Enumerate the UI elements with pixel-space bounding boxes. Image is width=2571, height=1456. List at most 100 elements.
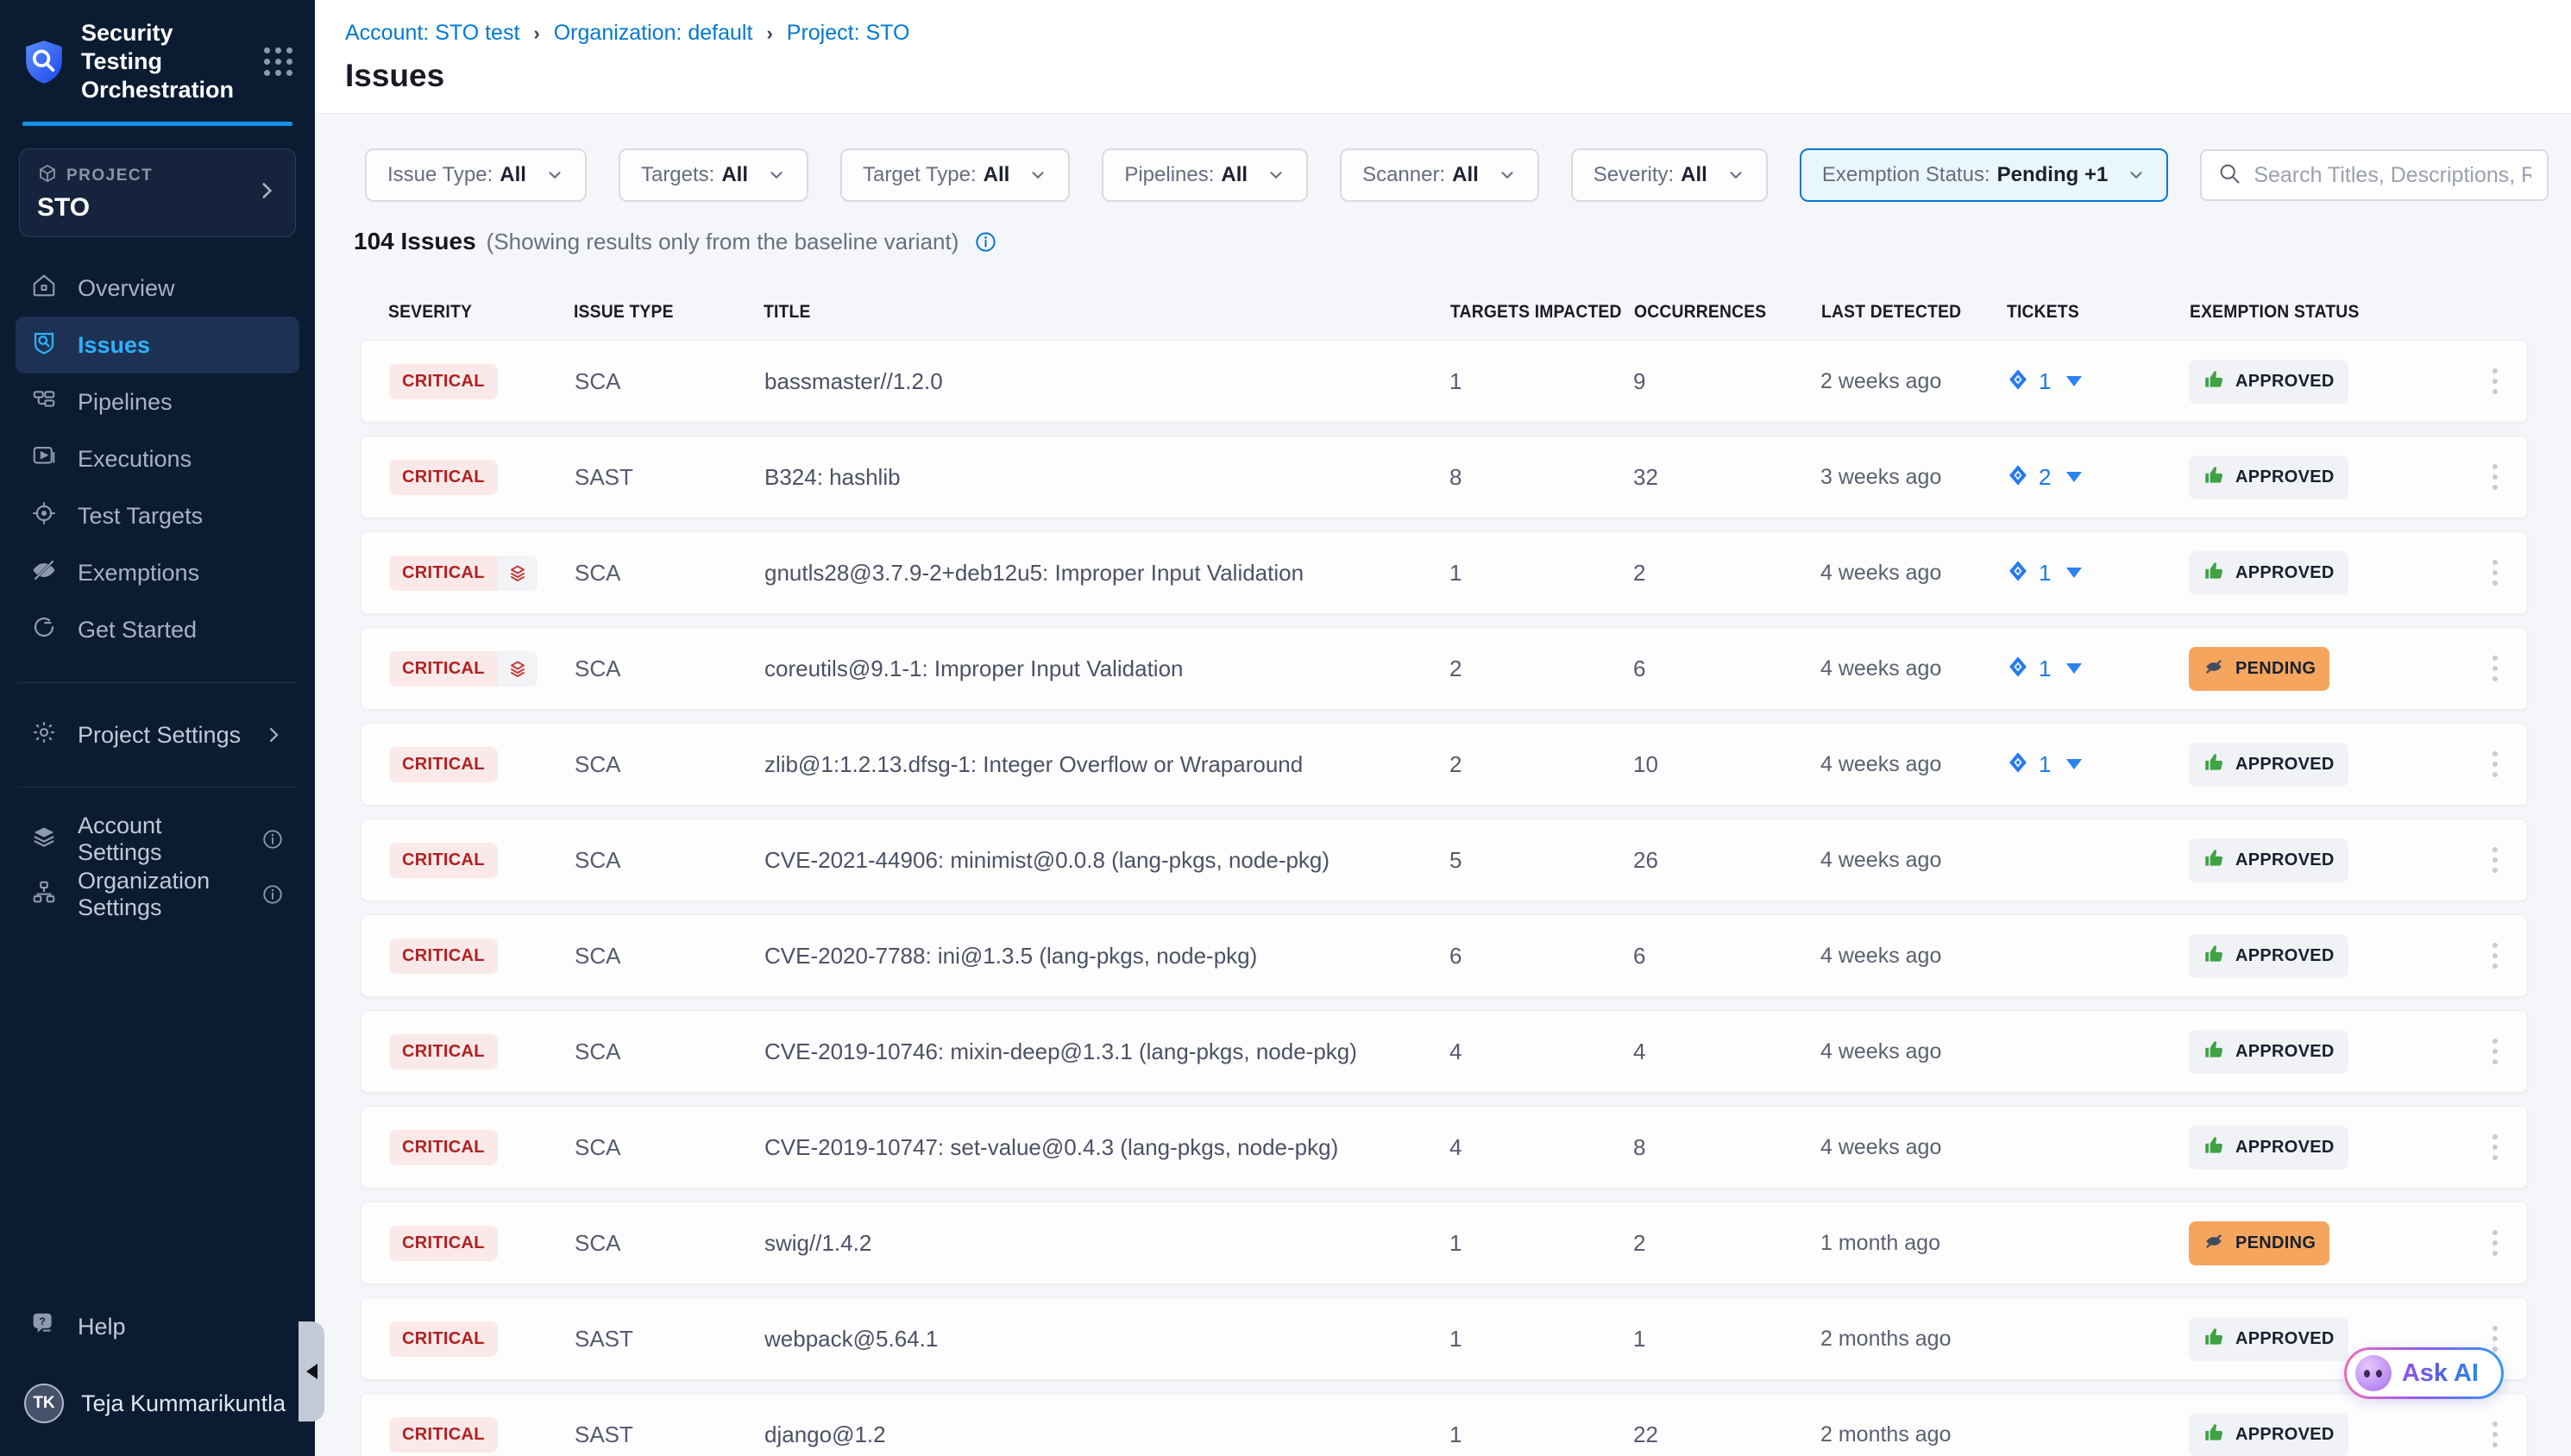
breadcrumb: Account: STO test›Organization: default›…	[345, 21, 2528, 46]
exemption-status-label: APPROVED	[2235, 1042, 2335, 1062]
issue-row[interactable]: CRITICAL SCA bassmaster//1.2.0 1 9 2 wee…	[361, 340, 2528, 423]
info-icon[interactable]	[974, 230, 997, 254]
project-selector[interactable]: PROJECT STO	[19, 148, 296, 237]
breadcrumb-link[interactable]: Account: STO test	[345, 21, 519, 46]
issue-row[interactable]: CRITICAL SCA zlib@1:1.2.13.dfsg-1: Integ…	[361, 723, 2528, 806]
breadcrumb-link[interactable]: Project: STO	[787, 21, 910, 46]
sidebar-item-get-started[interactable]: Get Started	[16, 601, 299, 658]
ticket-dropdown-icon[interactable]	[2066, 663, 2082, 674]
sidebar-item-test-targets[interactable]: Test Targets	[16, 487, 299, 544]
filter-exemption-status[interactable]: Exemption Status: Pending +1	[1800, 148, 2168, 202]
issue-row[interactable]: CRITICAL SAST webpack@5.64.1 1 1 2 month…	[361, 1297, 2528, 1380]
filter-scanner[interactable]: Scanner: All	[1340, 148, 1539, 202]
row-menu-kebab-icon[interactable]	[2484, 1033, 2506, 1070]
tickets-cell[interactable]: 1	[2006, 750, 2189, 779]
issue-row[interactable]: CRITICAL SCA gnutls28@3.7.9-2+deb12u5: I…	[361, 531, 2528, 614]
search-input[interactable]	[2254, 163, 2531, 188]
filter-targets[interactable]: Targets: All	[619, 148, 808, 202]
occurrences: 32	[1633, 464, 1820, 491]
filter-severity[interactable]: Severity: All	[1571, 148, 1768, 202]
breadcrumb-link[interactable]: Organization: default	[554, 21, 753, 46]
exemption-status-badge: APPROVED	[2189, 1126, 2348, 1170]
severity-stack-icon	[498, 651, 537, 687]
severity-badge: CRITICAL	[389, 1321, 498, 1357]
sidebar-item-exemptions[interactable]: Exemptions	[16, 544, 299, 601]
sidebar-item-overview[interactable]: Overview	[16, 260, 299, 317]
exemption-status-badge: APPROVED	[2189, 360, 2348, 404]
severity-badge: CRITICAL	[389, 364, 498, 399]
ticket-dropdown-icon[interactable]	[2066, 759, 2082, 769]
filter-label: Severity:	[1594, 163, 1674, 187]
row-menu-kebab-icon[interactable]	[2484, 650, 2506, 687]
issue-row[interactable]: CRITICAL SCA swig//1.4.2 1 2 1 month ago…	[361, 1202, 2528, 1284]
row-menu-kebab-icon[interactable]	[2484, 1129, 2506, 1165]
chevron-down-icon	[545, 166, 564, 185]
row-menu-kebab-icon[interactable]	[2484, 459, 2506, 495]
sidebar-collapse-handle[interactable]	[299, 1321, 324, 1421]
sidebar-item-account-settings[interactable]: Account Settings	[16, 812, 299, 867]
column-header-severity: SEVERITY	[388, 302, 559, 323]
sidebar-item-label: Organization Settings	[78, 868, 241, 921]
sidebar-item-executions[interactable]: Executions	[16, 430, 299, 487]
page-header: Account: STO test›Organization: default›…	[315, 0, 2571, 114]
filter-pipelines[interactable]: Pipelines: All	[1102, 148, 1308, 202]
chevron-down-icon	[1498, 166, 1517, 185]
issue-title: gnutls28@3.7.9-2+deb12u5: Improper Input…	[764, 560, 1449, 587]
issue-row[interactable]: CRITICAL SCA CVE-2019-10746: mixin-deep@…	[361, 1010, 2528, 1093]
info-icon[interactable]	[261, 883, 284, 906]
tickets-cell[interactable]: 1	[2006, 655, 2189, 683]
sidebar-item-pipelines[interactable]: Pipelines	[16, 373, 299, 430]
occurrences: 26	[1633, 847, 1820, 874]
issue-title: CVE-2019-10746: mixin-deep@1.3.1 (lang-p…	[764, 1039, 1449, 1065]
help-chat-icon: ?	[31, 1311, 57, 1343]
ask-ai-button[interactable]: Ask AI	[2344, 1347, 2504, 1399]
sidebar-item-label: Overview	[78, 275, 175, 302]
sidebar-item-issues[interactable]: Issues	[16, 317, 299, 373]
row-menu-kebab-icon[interactable]	[2484, 746, 2506, 782]
sidebar-item-help[interactable]: ? Help	[16, 1299, 299, 1354]
divider	[17, 787, 298, 788]
filter-target-type[interactable]: Target Type: All	[840, 148, 1070, 202]
row-menu-kebab-icon[interactable]	[2484, 842, 2506, 878]
filter-issue-type[interactable]: Issue Type: All	[365, 148, 587, 202]
sidebar-nav: Overview Issues Pipelines Executions Tes…	[0, 260, 315, 658]
issue-row[interactable]: CRITICAL SCA CVE-2019-10747: set-value@0…	[361, 1106, 2528, 1189]
org-chart-gear-icon	[31, 879, 57, 911]
occurrences: 6	[1633, 656, 1820, 682]
issue-row[interactable]: CRITICAL SAST django@1.2 1 22 2 months a…	[361, 1393, 2528, 1456]
severity-badge: CRITICAL	[389, 1034, 498, 1070]
app-switcher-grid-icon[interactable]	[264, 47, 292, 76]
ticket-dropdown-icon[interactable]	[2066, 472, 2082, 482]
exemption-status-badge: APPROVED	[2189, 838, 2348, 882]
tickets-cell[interactable]: 1	[2006, 367, 2189, 396]
issue-row[interactable]: CRITICAL SCA coreutils@9.1-1: Improper I…	[361, 627, 2528, 710]
exemption-status-badge: PENDING	[2189, 647, 2329, 691]
issue-row[interactable]: CRITICAL SCA CVE-2020-7788: ini@1.3.5 (l…	[361, 914, 2528, 997]
thumbs-up-icon	[2203, 847, 2225, 874]
info-icon[interactable]	[261, 828, 284, 850]
exemption-status-label: APPROVED	[2235, 563, 2335, 583]
row-menu-kebab-icon[interactable]	[2484, 555, 2506, 591]
tickets-cell[interactable]: 1	[2006, 559, 2189, 587]
page-title: Issues	[345, 58, 2528, 94]
row-menu-kebab-icon[interactable]	[2484, 938, 2506, 974]
issue-type: SCA	[575, 560, 764, 587]
row-menu-kebab-icon[interactable]	[2484, 1225, 2506, 1261]
ticket-dropdown-icon[interactable]	[2066, 568, 2082, 578]
thumbs-up-icon	[2203, 943, 2225, 970]
user-menu[interactable]: TK Teja Kummarikuntla	[16, 1384, 299, 1423]
tickets-cell[interactable]: 2	[2006, 463, 2189, 492]
project-cube-icon	[37, 163, 58, 188]
filter-value: All	[1681, 163, 1707, 187]
sidebar-item-project-settings[interactable]: Project Settings	[16, 707, 299, 763]
row-menu-kebab-icon[interactable]	[2484, 1416, 2506, 1453]
issue-row[interactable]: CRITICAL SCA CVE-2021-44906: minimist@0.…	[361, 819, 2528, 901]
occurrences: 2	[1633, 560, 1820, 587]
column-header-last-detected: LAST DETECTED	[1821, 302, 1992, 323]
sidebar-item-label: Exemptions	[78, 560, 199, 587]
sidebar-item-organization-settings[interactable]: Organization Settings	[16, 867, 299, 922]
ticket-count: 2	[2039, 464, 2051, 491]
issue-row[interactable]: CRITICAL SAST B324: hashlib 8 32 3 weeks…	[361, 436, 2528, 518]
ticket-dropdown-icon[interactable]	[2066, 376, 2082, 386]
row-menu-kebab-icon[interactable]	[2484, 363, 2506, 399]
